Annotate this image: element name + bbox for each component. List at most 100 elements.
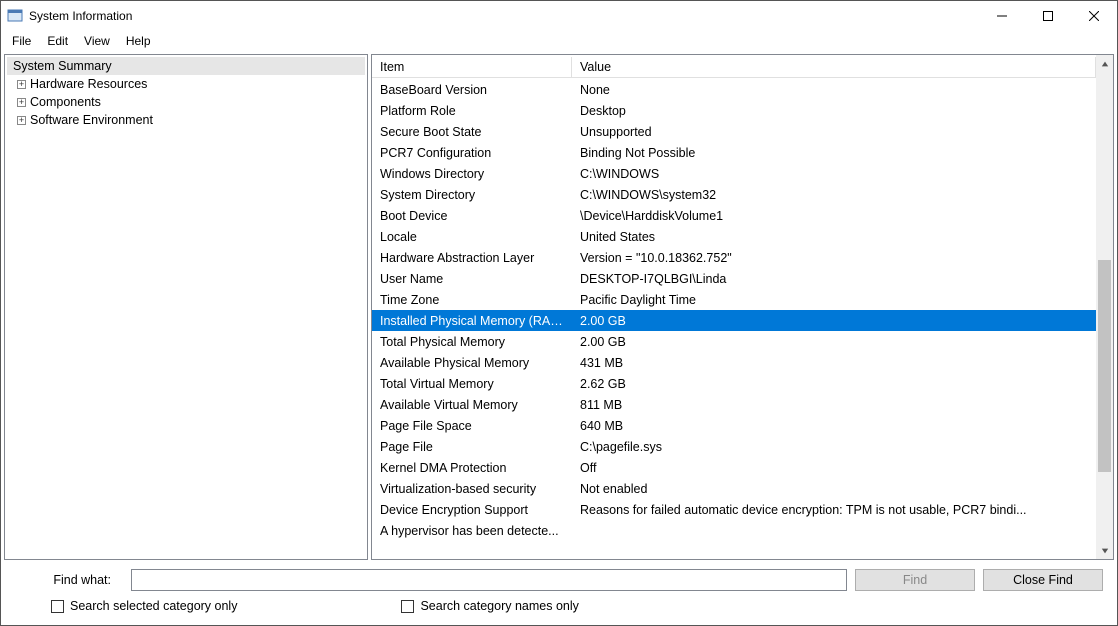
cell-item: Page File Space xyxy=(372,419,572,433)
expand-icon[interactable]: + xyxy=(17,98,26,107)
cell-value: C:\WINDOWS\system32 xyxy=(572,188,1096,202)
table-row[interactable]: Available Virtual Memory811 MB xyxy=(372,394,1096,415)
cell-item: Total Physical Memory xyxy=(372,335,572,349)
cell-item: User Name xyxy=(372,272,572,286)
table-row[interactable]: Page File Space640 MB xyxy=(372,415,1096,436)
cell-item: PCR7 Configuration xyxy=(372,146,572,160)
table-row[interactable]: PCR7 ConfigurationBinding Not Possible xyxy=(372,142,1096,163)
table-row[interactable]: LocaleUnited States xyxy=(372,226,1096,247)
menu-view[interactable]: View xyxy=(77,32,117,50)
cell-value: C:\WINDOWS xyxy=(572,167,1096,181)
close-button[interactable] xyxy=(1071,1,1117,31)
tree-pane: System Summary +Hardware Resources+Compo… xyxy=(4,54,368,560)
maximize-button[interactable] xyxy=(1025,1,1071,31)
menubar: File Edit View Help xyxy=(1,31,1117,51)
table-row[interactable]: Platform RoleDesktop xyxy=(372,100,1096,121)
cell-item: Boot Device xyxy=(372,209,572,223)
cell-item: Available Physical Memory xyxy=(372,356,572,370)
cell-item: Kernel DMA Protection xyxy=(372,461,572,475)
minimize-button[interactable] xyxy=(979,1,1025,31)
cell-value: 2.00 GB xyxy=(572,335,1096,349)
find-input[interactable] xyxy=(131,569,847,591)
main-area: System Summary +Hardware Resources+Compo… xyxy=(1,51,1117,563)
cell-value: Not enabled xyxy=(572,482,1096,496)
table-row[interactable]: Time ZonePacific Daylight Time xyxy=(372,289,1096,310)
cell-value: Version = "10.0.18362.752" xyxy=(572,251,1096,265)
table-row[interactable]: Available Physical Memory431 MB xyxy=(372,352,1096,373)
cell-value: \Device\HarddiskVolume1 xyxy=(572,209,1096,223)
table-row[interactable]: Secure Boot StateUnsupported xyxy=(372,121,1096,142)
cell-item: Virtualization-based security xyxy=(372,482,572,496)
window: System Information File Edit View Help S… xyxy=(0,0,1118,626)
cell-item: Platform Role xyxy=(372,104,572,118)
cell-value: Pacific Daylight Time xyxy=(572,293,1096,307)
column-header-item[interactable]: Item xyxy=(372,57,572,78)
details-pane: Item Value BaseBoard VersionNonePlatform… xyxy=(371,54,1114,560)
tree-item[interactable]: +Hardware Resources xyxy=(7,75,365,93)
tree-item[interactable]: + Components xyxy=(7,93,365,111)
table-row[interactable]: Total Virtual Memory2.62 GB xyxy=(372,373,1096,394)
table-row[interactable]: A hypervisor has been detecte... xyxy=(372,520,1096,541)
check-search-selected[interactable]: Search selected category only xyxy=(51,599,237,613)
tree-item-label: Components xyxy=(30,95,101,109)
cell-value: Off xyxy=(572,461,1096,475)
table-row[interactable]: Page FileC:\pagefile.sys xyxy=(372,436,1096,457)
titlebar: System Information xyxy=(1,1,1117,31)
cell-value: Desktop xyxy=(572,104,1096,118)
cell-item: Installed Physical Memory (RAM) xyxy=(372,314,572,328)
close-find-button[interactable]: Close Find xyxy=(983,569,1103,591)
menu-file[interactable]: File xyxy=(5,32,38,50)
scroll-track[interactable] xyxy=(1096,72,1113,542)
cell-value: 640 MB xyxy=(572,419,1096,433)
table-row[interactable]: Kernel DMA ProtectionOff xyxy=(372,457,1096,478)
menu-edit[interactable]: Edit xyxy=(40,32,75,50)
column-header-value[interactable]: Value xyxy=(572,57,1096,78)
expand-icon[interactable]: + xyxy=(17,116,26,125)
app-icon xyxy=(7,8,23,24)
table-row[interactable]: Boot Device\Device\HarddiskVolume1 xyxy=(372,205,1096,226)
vertical-scrollbar[interactable] xyxy=(1096,55,1113,559)
cell-item: BaseBoard Version xyxy=(372,83,572,97)
table-row[interactable]: Windows DirectoryC:\WINDOWS xyxy=(372,163,1096,184)
details-list: Item Value BaseBoard VersionNonePlatform… xyxy=(372,55,1096,559)
scroll-thumb[interactable] xyxy=(1098,260,1111,472)
rows-container: BaseBoard VersionNonePlatform RoleDeskto… xyxy=(372,79,1096,559)
scroll-up-button[interactable] xyxy=(1096,55,1113,72)
tree-item[interactable]: +Software Environment xyxy=(7,111,365,129)
cell-value: DESKTOP-I7QLBGI\Linda xyxy=(572,272,1096,286)
cell-item: System Directory xyxy=(372,188,572,202)
window-title: System Information xyxy=(29,9,132,23)
tree-root[interactable]: System Summary xyxy=(7,57,365,75)
find-row: Find what: Find Close Find xyxy=(15,569,1103,591)
menu-help[interactable]: Help xyxy=(119,32,158,50)
cell-value: 811 MB xyxy=(572,398,1096,412)
cell-item: Page File xyxy=(372,440,572,454)
checkbox-icon xyxy=(401,600,414,613)
table-row[interactable]: Device Encryption SupportReasons for fai… xyxy=(372,499,1096,520)
table-row[interactable]: Installed Physical Memory (RAM)2.00 GB xyxy=(372,310,1096,331)
cell-item: Available Virtual Memory xyxy=(372,398,572,412)
cell-value: None xyxy=(572,83,1096,97)
cell-item: Time Zone xyxy=(372,293,572,307)
cell-value: 2.62 GB xyxy=(572,377,1096,391)
table-row[interactable]: User NameDESKTOP-I7QLBGI\Linda xyxy=(372,268,1096,289)
scroll-down-button[interactable] xyxy=(1096,542,1113,559)
table-row[interactable]: Hardware Abstraction LayerVersion = "10.… xyxy=(372,247,1096,268)
expand-icon[interactable]: + xyxy=(17,80,26,89)
cell-item: Total Virtual Memory xyxy=(372,377,572,391)
checkbox-icon xyxy=(51,600,64,613)
cell-value: Unsupported xyxy=(572,125,1096,139)
footer: Find what: Find Close Find Search select… xyxy=(1,563,1117,625)
cell-value: C:\pagefile.sys xyxy=(572,440,1096,454)
check-search-category-names[interactable]: Search category names only xyxy=(401,599,578,613)
table-row[interactable]: Total Physical Memory2.00 GB xyxy=(372,331,1096,352)
find-button[interactable]: Find xyxy=(855,569,975,591)
cell-value: 431 MB xyxy=(572,356,1096,370)
check-row: Search selected category only Search cat… xyxy=(15,599,1103,613)
table-row[interactable]: Virtualization-based securityNot enabled xyxy=(372,478,1096,499)
table-row[interactable]: System DirectoryC:\WINDOWS\system32 xyxy=(372,184,1096,205)
find-label: Find what: xyxy=(15,573,123,587)
table-row[interactable]: BaseBoard VersionNone xyxy=(372,79,1096,100)
cell-item: Locale xyxy=(372,230,572,244)
cell-value: United States xyxy=(572,230,1096,244)
